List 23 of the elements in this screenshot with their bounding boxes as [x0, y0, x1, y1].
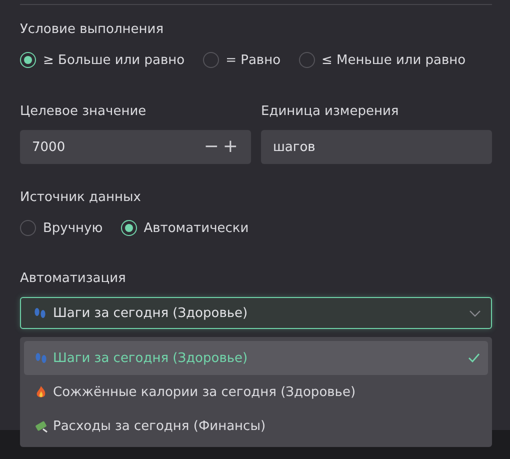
select-field[interactable]: Шаги за сегодня (Здоровье): [20, 297, 492, 329]
radio-option[interactable]: ≤ Меньше или равно: [298, 52, 466, 68]
input-field[interactable]: шагов: [261, 130, 492, 164]
section-label: Условие выполнения: [20, 22, 165, 38]
field-label: Целевое значение: [20, 104, 148, 120]
section-label: Источник данных: [20, 190, 142, 206]
increment-button[interactable]: +: [222, 138, 239, 156]
menu-item[interactable]: Шаги за сегодня (Здоровье): [24, 341, 488, 375]
section-label: Автоматизация: [20, 271, 127, 287]
radio-option[interactable]: ≥ Больше или равно: [20, 52, 185, 68]
footprints-icon: [34, 351, 48, 365]
radio-option[interactable]: = Равно: [202, 52, 281, 68]
menu-item[interactable]: Сожжённые калории за сегодня (Здоровье): [24, 375, 488, 409]
radio-option[interactable]: Вручную: [20, 220, 103, 236]
radio-option[interactable]: Автоматически: [120, 220, 249, 236]
chevron-icon: [469, 310, 481, 316]
flame-icon: [34, 385, 48, 399]
field-label: Единица измерения: [261, 104, 400, 120]
decrement-button[interactable]: −: [202, 138, 220, 156]
menu-item[interactable]: Расходы за сегодня (Финансы): [24, 409, 488, 443]
number-field[interactable]: 7000 − +: [20, 130, 251, 164]
footprints-icon: [33, 306, 47, 320]
check-icon: [468, 353, 480, 363]
